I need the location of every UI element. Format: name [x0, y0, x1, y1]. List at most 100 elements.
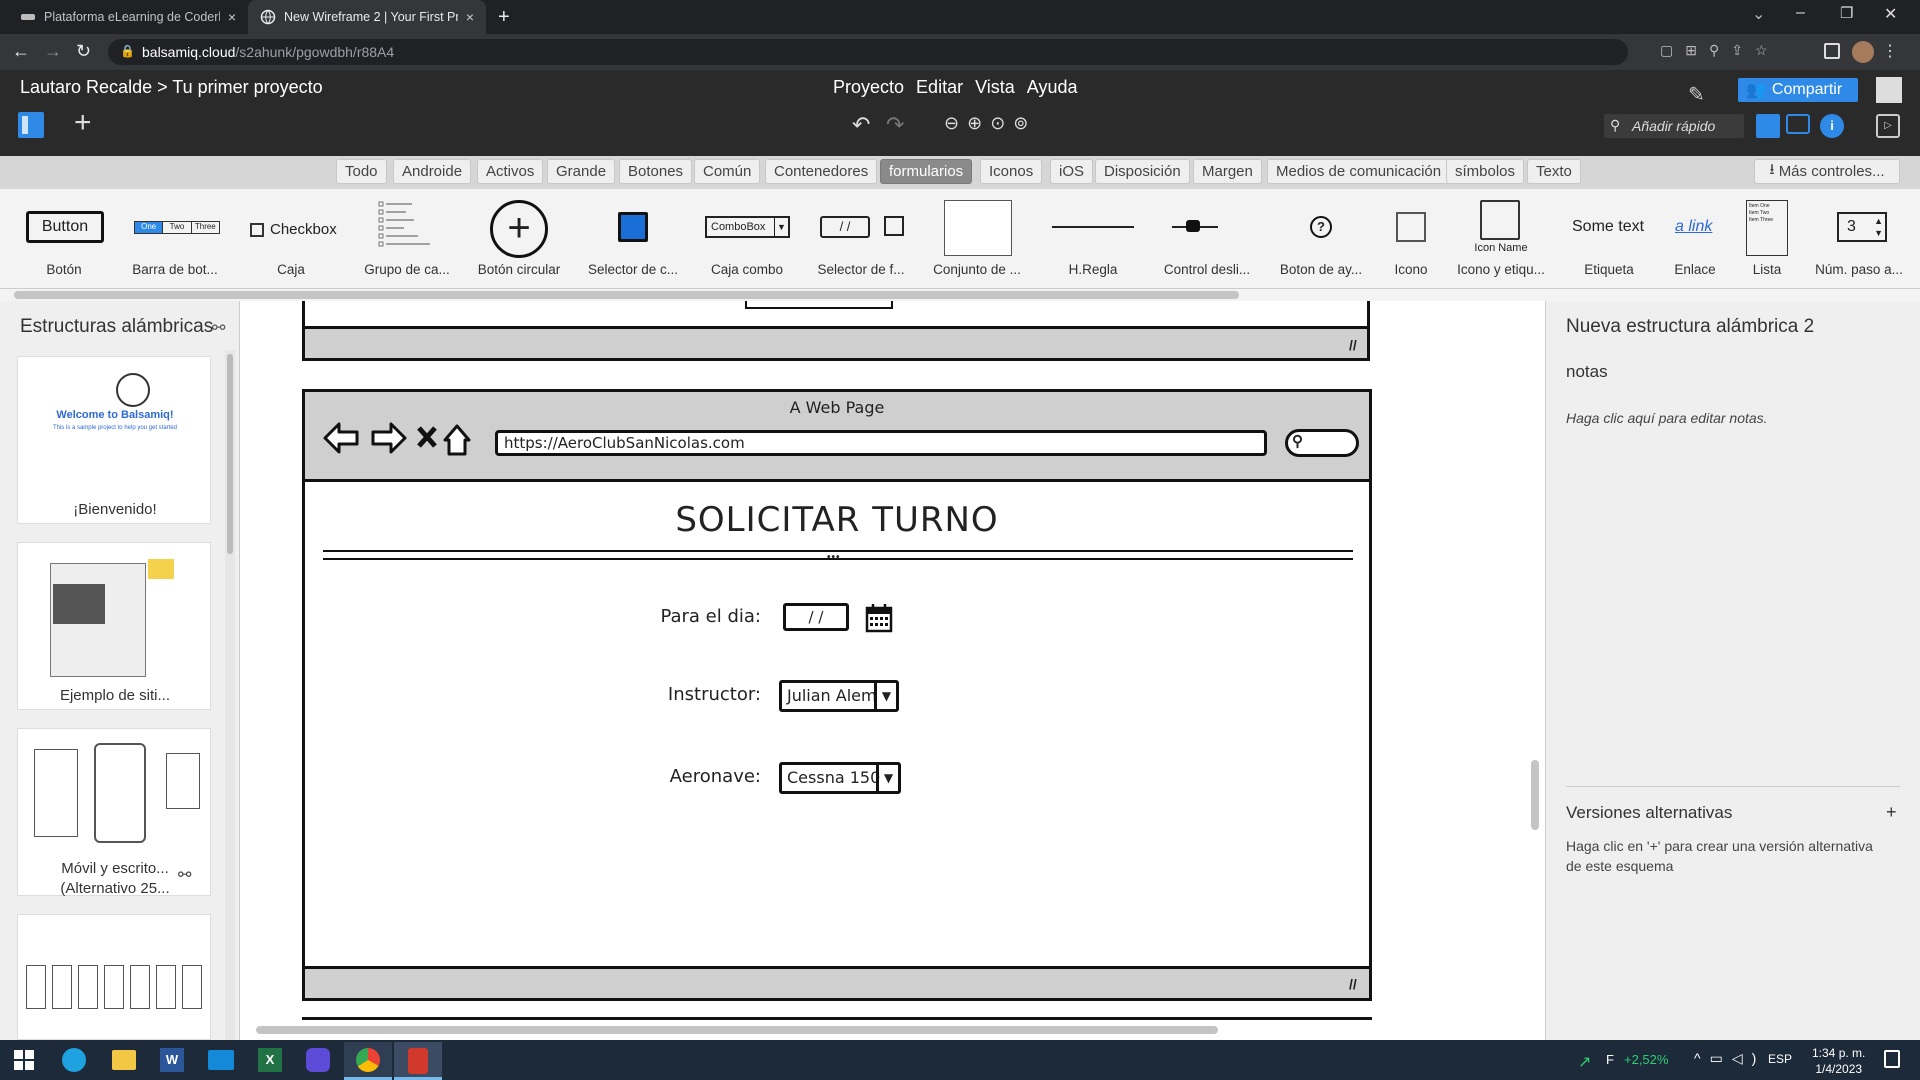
- button-bar-preview[interactable]: One Two Three: [134, 221, 220, 234]
- zoom-out-icon[interactable]: ⊖: [944, 113, 967, 133]
- minimize-button[interactable]: –: [1796, 4, 1805, 22]
- dropdown-arrow-icon[interactable]: ▼: [874, 683, 896, 709]
- date-field[interactable]: / /: [783, 603, 849, 631]
- dropdown-arrow-icon[interactable]: ▼: [876, 765, 898, 791]
- reload-icon[interactable]: ↻: [76, 41, 91, 62]
- instructor-combobox[interactable]: Julian Alem ▼: [779, 680, 899, 712]
- tab-margen[interactable]: Margen: [1193, 159, 1262, 184]
- alternates-icon[interactable]: ⚯: [212, 318, 225, 338]
- tray-chevron-icon[interactable]: ^: [1694, 1050, 1710, 1066]
- tab-medios[interactable]: Medios de comunicación: [1267, 159, 1451, 184]
- quick-add-input[interactable]: Añadir rápido: [1604, 114, 1744, 138]
- add-alternate-button[interactable]: +: [1886, 802, 1897, 823]
- circle-plus-preview[interactable]: +: [490, 200, 548, 258]
- edge-app-icon[interactable]: [62, 1048, 86, 1072]
- comment-icon[interactable]: [1786, 114, 1810, 134]
- menu-ayuda[interactable]: Ayuda: [1027, 77, 1078, 98]
- tab-androide[interactable]: Androide: [393, 159, 472, 184]
- network-icon[interactable]: ▭: [1710, 1050, 1732, 1066]
- tab-texto[interactable]: Texto: [1527, 159, 1581, 184]
- numeric-stepper-preview[interactable]: 3 ▲ ▼: [1837, 212, 1887, 242]
- combobox-preview[interactable]: ComboBox ▼: [705, 216, 790, 238]
- mail-app-icon[interactable]: [208, 1050, 234, 1070]
- zoom-in-icon[interactable]: ⊕: [967, 113, 990, 133]
- close-tab-icon[interactable]: ×: [228, 9, 236, 25]
- mockup-url-field[interactable]: https://AeroClubSanNicolas.com: [495, 430, 1267, 456]
- back-icon[interactable]: ←: [12, 41, 30, 62]
- browser-tab-balsamiq[interactable]: New Wireframe 2 | Your First Project ×: [248, 0, 486, 34]
- mockup-search-field[interactable]: ⚲: [1285, 429, 1359, 457]
- wireframes-panel-icon[interactable]: [18, 112, 44, 138]
- list-preview[interactable]: Item One Item Two Item Three: [1746, 200, 1788, 256]
- sidepanel-icon[interactable]: [1824, 43, 1840, 59]
- system-tray-icons[interactable]: ^▭◁): [1694, 1050, 1765, 1067]
- excel-app-icon[interactable]: X: [258, 1048, 282, 1072]
- info-icon[interactable]: i: [1820, 114, 1844, 138]
- wireframe-name[interactable]: Nueva estructura alámbrica 2: [1566, 316, 1814, 338]
- restore-button[interactable]: ❐: [1840, 4, 1853, 22]
- zoom-actual-icon[interactable]: ⊙: [990, 113, 1013, 133]
- icon-label-preview[interactable]: [1480, 200, 1520, 240]
- share-button[interactable]: 👥 Compartir: [1738, 78, 1858, 102]
- tab-activos[interactable]: Activos: [477, 159, 544, 184]
- redo-icon[interactable]: ↷: [886, 112, 904, 138]
- stock-ticker[interactable]: F: [1606, 1052, 1614, 1067]
- wireframe-thumb-welcome[interactable]: Welcome to Balsamiq! This is a sample pr…: [17, 356, 211, 524]
- more-controls-button[interactable]: ⭳ Más controles...: [1754, 159, 1900, 184]
- aircraft-combobox[interactable]: Cessna 150 ▼: [779, 762, 901, 794]
- undo-icon[interactable]: ↶: [852, 112, 870, 138]
- sidebar-scrollbar-thumb[interactable]: [227, 354, 233, 554]
- button-preview[interactable]: Button: [26, 211, 104, 243]
- help-button-preview[interactable]: ?: [1310, 216, 1332, 238]
- menu-editar[interactable]: Editar: [916, 77, 963, 98]
- profile-avatar[interactable]: [1852, 41, 1874, 63]
- checkbox-group-preview[interactable]: [378, 200, 438, 252]
- tab-todo[interactable]: Todo: [336, 159, 387, 184]
- browser-window-mockup[interactable]: A Web Page https://AeroClubSanNicolas.co…: [302, 389, 1372, 1001]
- tab-disposicion[interactable]: Disposición: [1095, 159, 1190, 184]
- tab-ios[interactable]: iOS: [1050, 159, 1094, 184]
- canvas-vscroll-thumb[interactable]: [1531, 760, 1539, 830]
- tab-formularios[interactable]: formularios: [880, 159, 973, 184]
- link-preview[interactable]: a link: [1675, 218, 1712, 236]
- tab-search-chevron-icon[interactable]: ⌄: [1752, 4, 1765, 24]
- windows-start-icon[interactable]: [14, 1050, 34, 1070]
- wireframe-thumb-multi[interactable]: [17, 914, 211, 1040]
- icon-preview[interactable]: [1396, 212, 1426, 242]
- previous-browser-window[interactable]: //: [302, 301, 1370, 361]
- close-window-button[interactable]: ✕: [1884, 4, 1897, 24]
- zoom-controls[interactable]: ⊖⊕⊙⊚: [944, 113, 1036, 134]
- library-scrollbar-thumb[interactable]: [14, 291, 1239, 299]
- clock[interactable]: 1:34 p. m. 1/4/2023: [1812, 1045, 1865, 1077]
- tab-comun[interactable]: Común: [694, 159, 761, 184]
- tab-iconos[interactable]: Iconos: [980, 159, 1043, 184]
- menu-vista[interactable]: Vista: [975, 77, 1015, 98]
- field-set-preview[interactable]: [944, 200, 1012, 256]
- balsamiq-taskbar-button[interactable]: [394, 1042, 442, 1080]
- checkbox-preview[interactable]: Checkbox: [250, 221, 337, 238]
- tab-simbolos[interactable]: símbolos: [1446, 159, 1525, 184]
- file-explorer-icon[interactable]: [112, 1050, 136, 1070]
- wireframe-thumb-site-example[interactable]: Ejemplo de siti...: [17, 542, 211, 710]
- new-tab-button[interactable]: +: [498, 6, 510, 29]
- zoom-fit-icon[interactable]: ⊚: [1013, 113, 1036, 133]
- wireframe-thumb-mobile-desktop[interactable]: Móvil y escrito... (Alternativo 25... ⚯: [17, 728, 211, 897]
- horizontal-rule-preview[interactable]: [1052, 226, 1134, 228]
- volume-icon[interactable]: ◁): [1732, 1050, 1765, 1066]
- menu-proyecto[interactable]: Proyecto: [833, 77, 904, 98]
- tab-grande[interactable]: Grande: [547, 159, 616, 184]
- word-app-icon[interactable]: W: [160, 1048, 184, 1072]
- project-breadcrumb[interactable]: Lautaro Recalde > Tu primer proyecto: [20, 77, 323, 98]
- visual-studio-icon[interactable]: [306, 1048, 330, 1072]
- label-preview[interactable]: Some text: [1572, 218, 1644, 236]
- add-wireframe-icon[interactable]: +: [74, 106, 92, 140]
- tab-botones[interactable]: Botones: [619, 159, 693, 184]
- color-picker-preview[interactable]: [618, 212, 648, 242]
- canvas-hscroll-thumb[interactable]: [256, 1026, 1218, 1034]
- address-bar[interactable]: 🔒 balsamiq.cloud/s2ahunk/pgowdbh/r88A4: [108, 39, 1628, 65]
- presentation-icon[interactable]: ▷: [1876, 114, 1900, 138]
- date-chooser-preview[interactable]: / /: [820, 216, 870, 238]
- close-tab-icon[interactable]: ×: [466, 9, 474, 25]
- browser-menu-icon[interactable]: ⋮: [1882, 41, 1898, 61]
- tab-contenedores[interactable]: Contenedores: [765, 159, 878, 184]
